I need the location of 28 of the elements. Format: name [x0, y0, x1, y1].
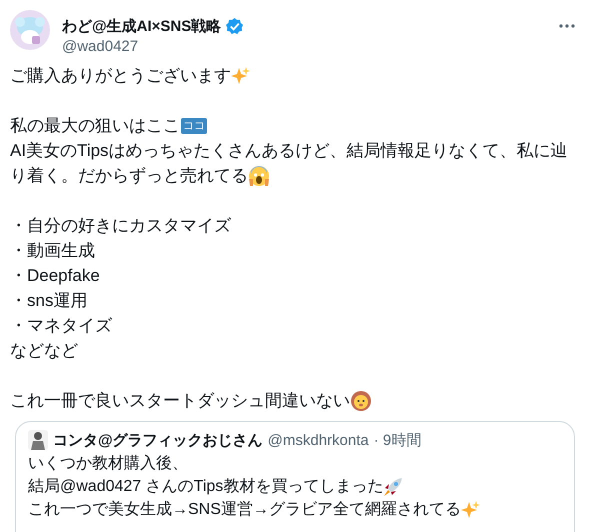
quoted-tweet-card[interactable]: コンタ@グラフィックおじさん @mskdhrkonta · 9時間 いくつか教材購入後、 結局@wad0427 さんのTips教材を買ってしまった これ一つで美女生成→SNS運営→グラビア全て網羅されてる	[15, 421, 575, 532]
tweet-text-line: などなど	[10, 340, 78, 362]
tweet-text-line: 私の最大の狙いはここ	[10, 115, 180, 137]
quote-text-line: いくつか教材購入後、	[28, 454, 188, 474]
sparkle-icon	[460, 500, 481, 520]
tweet-text-line: これ一冊で良いスタートダッシュ間違いない	[10, 390, 350, 412]
sparkle-icon	[231, 66, 251, 86]
author-name[interactable]: わど@生成AI×SNS戦略	[62, 17, 222, 36]
tweet-text-line: ・マネタイズ	[10, 315, 112, 337]
quote-time[interactable]: · 9時間	[374, 430, 422, 450]
more-options-icon[interactable]	[559, 24, 575, 28]
quote-author-name[interactable]: コンタ@グラフィックおじさん	[53, 430, 263, 450]
quote-text-line: 結局@wad0427 さんのTips教材を買ってしまった	[28, 476, 384, 497]
screaming-face-icon	[248, 164, 270, 186]
quote-author-handle[interactable]: @mskdhrkonta	[268, 432, 369, 448]
quote-text-line: これ一つで美女生成→SNS運営→グラビア全て網羅されてる	[28, 500, 461, 520]
tweet-text-line: ご購入ありがとうございます	[10, 65, 231, 87]
tweet-text-line: り着く。だからずっと売れてる	[10, 165, 248, 187]
author-handle[interactable]: @wad0427	[62, 38, 547, 55]
koko-sign: ココ	[181, 118, 207, 134]
rocket-icon	[383, 476, 404, 496]
tweet-text-line: ・自分の好きにカスタマイズ	[10, 215, 231, 237]
lion-face-icon	[350, 390, 372, 412]
tweet-text-line: ・sns運用	[10, 290, 88, 312]
quote-avatar[interactable]	[28, 430, 48, 450]
tweet-text-line: AI美女のTipsはめっちゃたくさんあるけど、結局情報足りなくて、私に辿	[10, 140, 568, 162]
tweet-text-line: ・動画生成	[10, 240, 95, 262]
tweet-text-line: ・Deepfake	[10, 265, 100, 287]
